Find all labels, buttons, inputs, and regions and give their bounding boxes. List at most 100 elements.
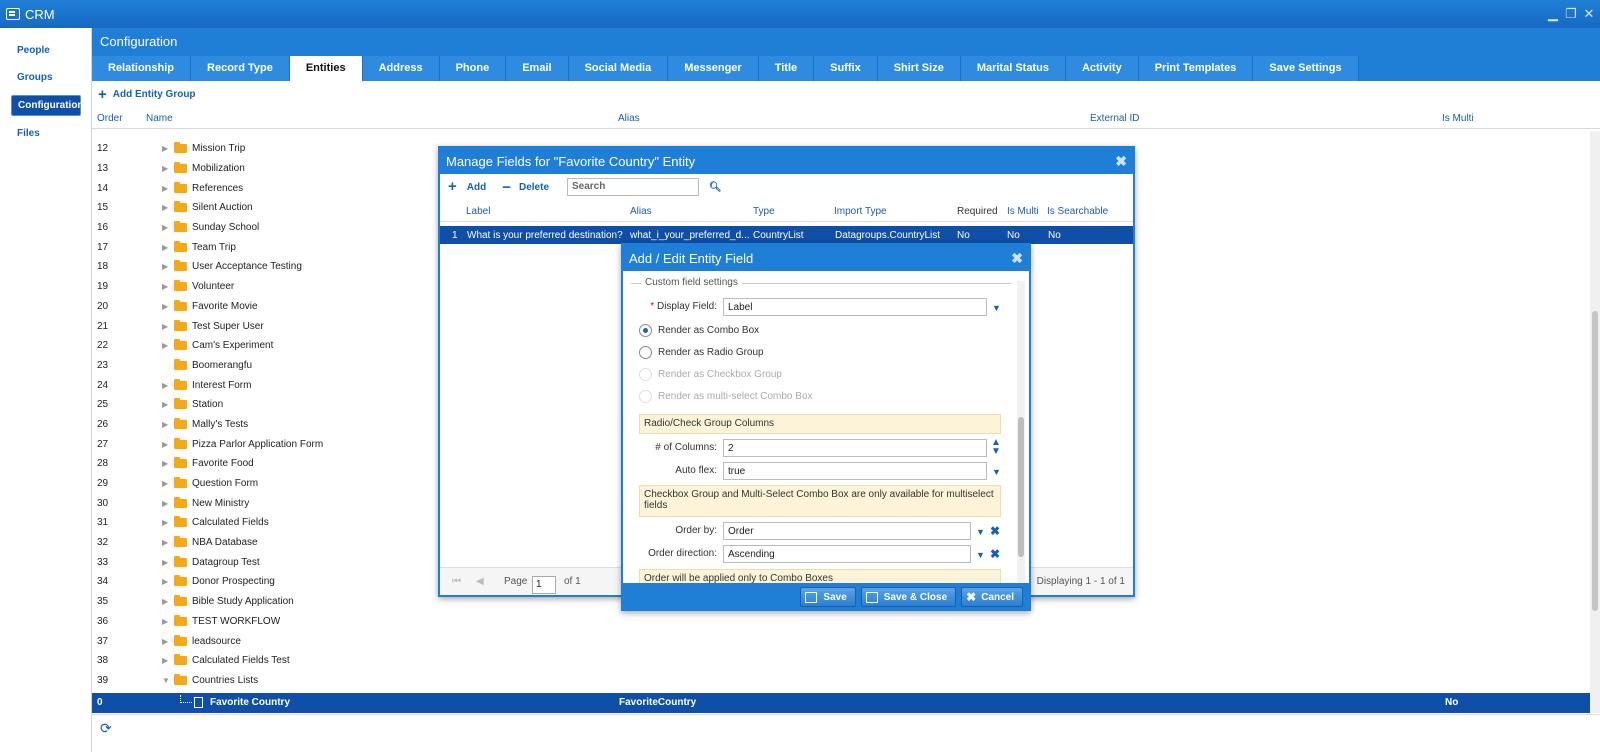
chevron-down-icon[interactable]: ▼ [992,303,1001,313]
expand-arrow-icon[interactable]: ▶ [162,203,168,212]
tab-address[interactable]: Address [362,56,440,81]
display-field-combo[interactable]: Label [723,298,987,316]
expand-arrow-icon[interactable]: ▶ [162,302,168,311]
tab-social-media[interactable]: Social Media [568,56,669,81]
expand-arrow-icon[interactable]: ▶ [162,262,168,271]
col-required[interactable]: Required [957,206,998,217]
entities-scrollbar[interactable] [1590,131,1600,713]
minus-icon[interactable]: − [502,179,511,196]
chevron-down-icon[interactable]: ▼ [992,467,1001,477]
close-icon[interactable]: ✖ [1115,153,1127,170]
col-is-searchable[interactable]: Is Searchable [1047,206,1108,217]
page-input[interactable]: 1 [532,576,556,594]
settings-scrollbar[interactable] [1017,281,1025,586]
order-direction-combo[interactable]: Ascending [723,545,971,563]
tab-print-templates[interactable]: Print Templates [1138,56,1254,81]
table-row[interactable]: 37 ▶ leadsource [92,631,1600,651]
sidebar-item-configuration[interactable]: Configuration [11,95,84,116]
tab-messenger[interactable]: Messenger [668,56,759,81]
tab-email[interactable]: Email [506,56,569,81]
expand-arrow-icon[interactable]: ▶ [162,420,168,429]
tab-save-settings[interactable]: Save Settings [1253,56,1359,81]
sidebar-item-files[interactable]: Files [11,124,81,143]
scroll-thumb[interactable] [1592,311,1598,611]
tab-marital-status[interactable]: Marital Status [960,56,1066,81]
expand-arrow-icon[interactable]: ▶ [162,459,168,468]
save-button[interactable]: Save [800,587,856,607]
expand-arrow-icon[interactable]: ▶ [162,282,168,291]
expand-arrow-icon[interactable]: ▶ [162,499,168,508]
add-field-button[interactable]: Add [467,182,486,193]
autoflex-combo[interactable]: true [723,462,987,480]
table-row[interactable]: 39 ▼ Countries Lists [92,671,1600,691]
expand-arrow-icon[interactable]: ▶ [162,597,168,606]
radio-combo-box[interactable] [639,324,652,337]
cancel-button[interactable]: ✖ Cancel [961,587,1023,607]
tab-suffix[interactable]: Suffix [814,56,878,81]
delete-field-button[interactable]: Delete [519,182,549,193]
columns-input[interactable]: 2 [723,439,987,457]
close-icon[interactable]: ✖ [1011,250,1023,267]
save-close-button[interactable]: Save & Close [860,587,957,607]
minimize-icon[interactable]: ▁ [1546,7,1560,20]
tab-title[interactable]: Title [758,56,815,81]
spinner-icon[interactable]: ▲ ▼ [991,438,1001,457]
expand-arrow-icon[interactable]: ▶ [162,243,168,252]
plus-icon[interactable]: + [448,179,457,194]
col-is-multi[interactable]: Is Multi [1442,113,1474,124]
col-order[interactable]: Order [97,113,123,124]
tab-relationship[interactable]: Relationship [92,56,192,81]
expand-arrow-icon[interactable]: ▶ [162,400,168,409]
radio-radio-group[interactable] [639,346,652,359]
fields-grid-row[interactable]: 1 What is your preferred destination? wh… [440,226,1133,244]
prev-page-icon[interactable]: ◀ [476,576,484,587]
selected-row-favorite-country[interactable]: 0 Favorite Country FavoriteCountry No [92,693,1590,713]
expand-arrow-icon[interactable]: ▶ [162,577,168,586]
col-alias[interactable]: Alias [618,113,640,124]
expanded-arrow-icon[interactable]: ▼ [162,676,170,685]
search-icon[interactable]: 🔍︎ [709,182,722,193]
expand-arrow-icon[interactable]: ▶ [162,223,168,232]
refresh-icon[interactable]: ⟳ [100,720,112,737]
expand-arrow-icon[interactable]: ▶ [162,144,168,153]
tab-entities[interactable]: Entities [289,56,363,81]
table-row[interactable]: 38 ▶ Calculated Fields Test [92,651,1600,671]
tab-shirt-size[interactable]: Shirt Size [877,56,961,81]
tab-activity[interactable]: Activity [1065,56,1139,81]
clear-icon[interactable]: ✖ [990,547,1000,561]
restore-icon[interactable]: ❐ [1564,7,1578,20]
expand-arrow-icon[interactable]: ▶ [162,656,168,665]
plus-icon[interactable]: + [98,87,107,102]
sidebar-item-people[interactable]: People [11,41,81,60]
table-row[interactable]: 36 ▶ TEST WORKFLOW [92,612,1600,632]
expand-arrow-icon[interactable]: ▶ [162,164,168,173]
chevron-down-icon[interactable]: ▼ [976,550,985,560]
col-external-id[interactable]: External ID [1090,113,1139,124]
col-type[interactable]: Type [753,206,775,217]
col-label[interactable]: Label [466,206,490,217]
col-import-type[interactable]: Import Type [834,206,887,217]
search-input[interactable]: Search [567,178,699,196]
expand-arrow-icon[interactable]: ▶ [162,322,168,331]
tab-record-type[interactable]: Record Type [191,56,290,81]
expand-arrow-icon[interactable]: ▶ [162,381,168,390]
close-icon[interactable]: ✕ [1582,7,1596,20]
scroll-thumb[interactable] [1018,417,1024,557]
col-name[interactable]: Name [146,113,173,124]
expand-arrow-icon[interactable]: ▶ [162,558,168,567]
chevron-down-icon[interactable]: ▼ [976,527,985,537]
sidebar-item-groups[interactable]: Groups [11,68,81,87]
expand-arrow-icon[interactable]: ▶ [162,184,168,193]
expand-arrow-icon[interactable]: ▶ [162,518,168,527]
expand-arrow-icon[interactable]: ▶ [162,479,168,488]
first-page-icon[interactable]: ⏮ [452,576,461,587]
order-by-combo[interactable]: Order [723,522,971,540]
expand-arrow-icon[interactable]: ▶ [162,637,168,646]
clear-icon[interactable]: ✖ [990,524,1000,538]
add-entity-group-button[interactable]: Add Entity Group [113,89,196,100]
tab-phone[interactable]: Phone [439,56,507,81]
col-alias[interactable]: Alias [630,206,652,217]
expand-arrow-icon[interactable]: ▶ [162,440,168,449]
col-is-multi[interactable]: Is Multi [1007,206,1039,217]
expand-arrow-icon[interactable]: ▶ [162,617,168,626]
